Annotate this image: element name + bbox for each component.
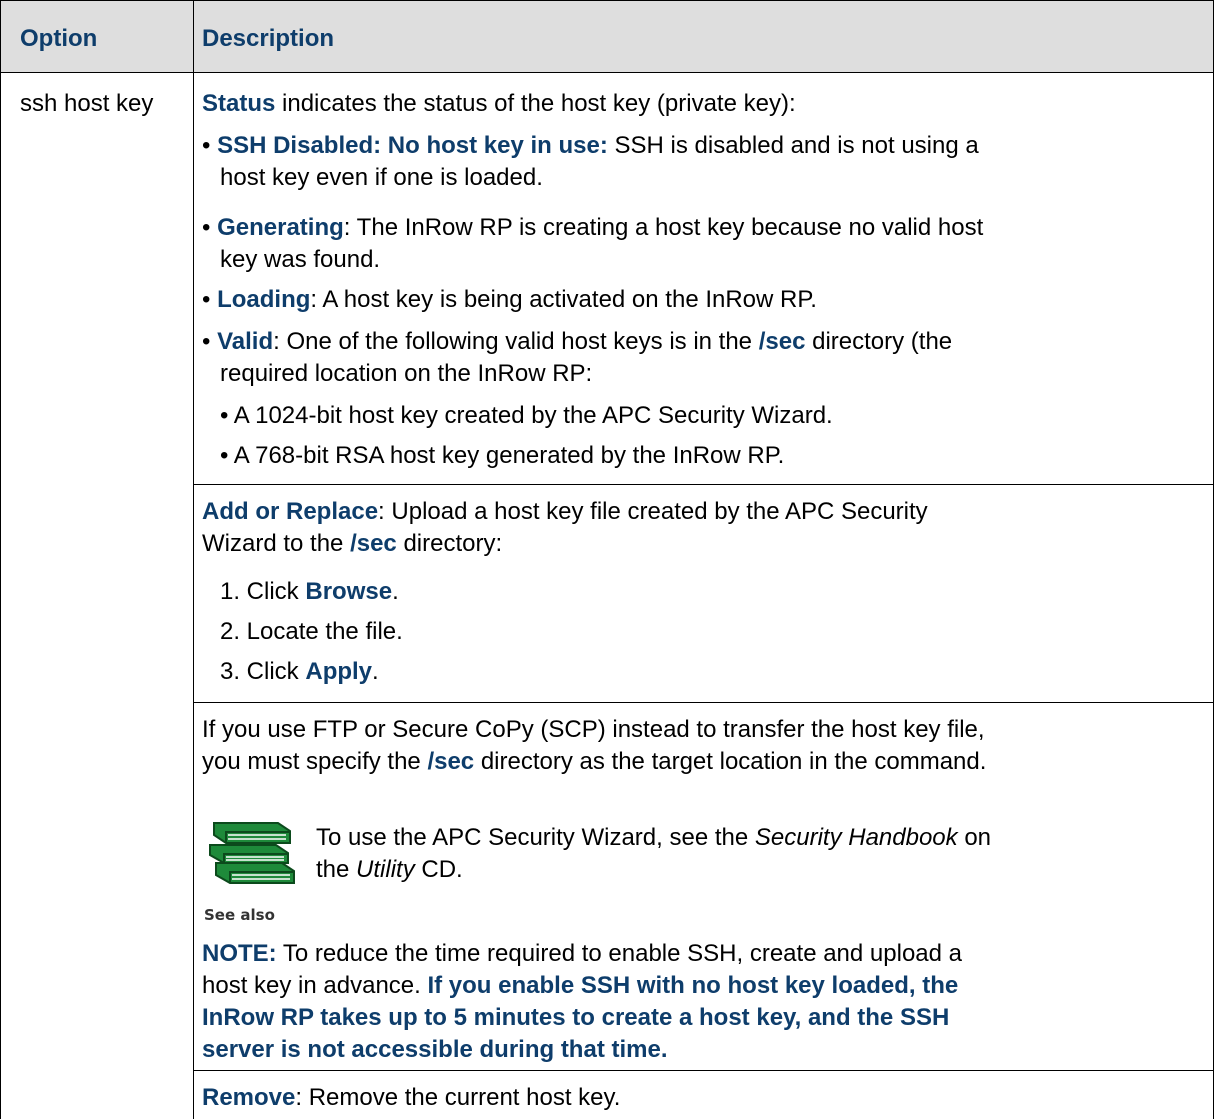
status-item-valid-cont: required location on the InRow RP: <box>220 360 593 387</box>
section-divider <box>193 702 1214 703</box>
status-intro: Status indicates the status of the host … <box>202 90 796 117</box>
valid-subitem-768: • A 768-bit RSA host key generated by th… <box>220 442 785 469</box>
ftp-text: If you use FTP or Secure CoPy (SCP) inst… <box>202 716 985 743</box>
ftp-text-cont: you must specify the /sec directory as t… <box>202 748 987 775</box>
table-header <box>0 0 1214 72</box>
header-description: Description <box>202 25 335 52</box>
see-also-book-icon <box>204 815 304 915</box>
status-item-generating: • Generating: The InRow RP is creating a… <box>202 214 984 241</box>
status-item-disabled-cont: host key even if one is loaded. <box>220 164 543 191</box>
column-divider <box>193 0 194 1119</box>
step-locate: 2. Locate the file. <box>220 618 403 645</box>
note-text: NOTE: To reduce the time required to ena… <box>202 940 963 967</box>
status-item-valid: • Valid: One of the following valid host… <box>202 328 953 355</box>
step-browse: 1. Click Browse. <box>220 578 399 605</box>
status-item-disabled: • SSH Disabled: No host key in use: SSH … <box>202 132 979 159</box>
section-divider <box>193 484 1214 485</box>
header-option: Option <box>20 25 98 52</box>
add-replace-text-cont: Wizard to the /sec directory: <box>202 530 503 557</box>
remove-text: Remove: Remove the current host key. <box>202 1084 621 1111</box>
see-also-text-cont: the Utility CD. <box>316 856 463 883</box>
status-item-generating-cont: key was found. <box>220 246 381 273</box>
options-table: Option Description ssh host key Status i… <box>0 0 1214 1119</box>
note-text-4: server is not accessible during that tim… <box>202 1036 668 1063</box>
see-also-caption: See also <box>204 906 275 924</box>
section-divider <box>193 1070 1214 1071</box>
see-also-text: To use the APC Security Wizard, see the … <box>316 824 992 851</box>
table-border-top <box>0 0 1214 1</box>
status-item-loading: • Loading: A host key is being activated… <box>202 286 817 313</box>
option-name: ssh host key <box>20 90 154 117</box>
header-divider <box>0 72 1214 73</box>
step-apply: 3. Click Apply. <box>220 658 379 685</box>
table-border-left <box>0 0 1 1119</box>
add-replace-text: Add or Replace: Upload a host key file c… <box>202 498 928 525</box>
note-text-3: InRow RP takes up to 5 minutes to create… <box>202 1004 950 1031</box>
note-text-2: host key in advance. If you enable SSH w… <box>202 972 959 999</box>
valid-subitem-1024: • A 1024-bit host key created by the APC… <box>220 402 833 429</box>
